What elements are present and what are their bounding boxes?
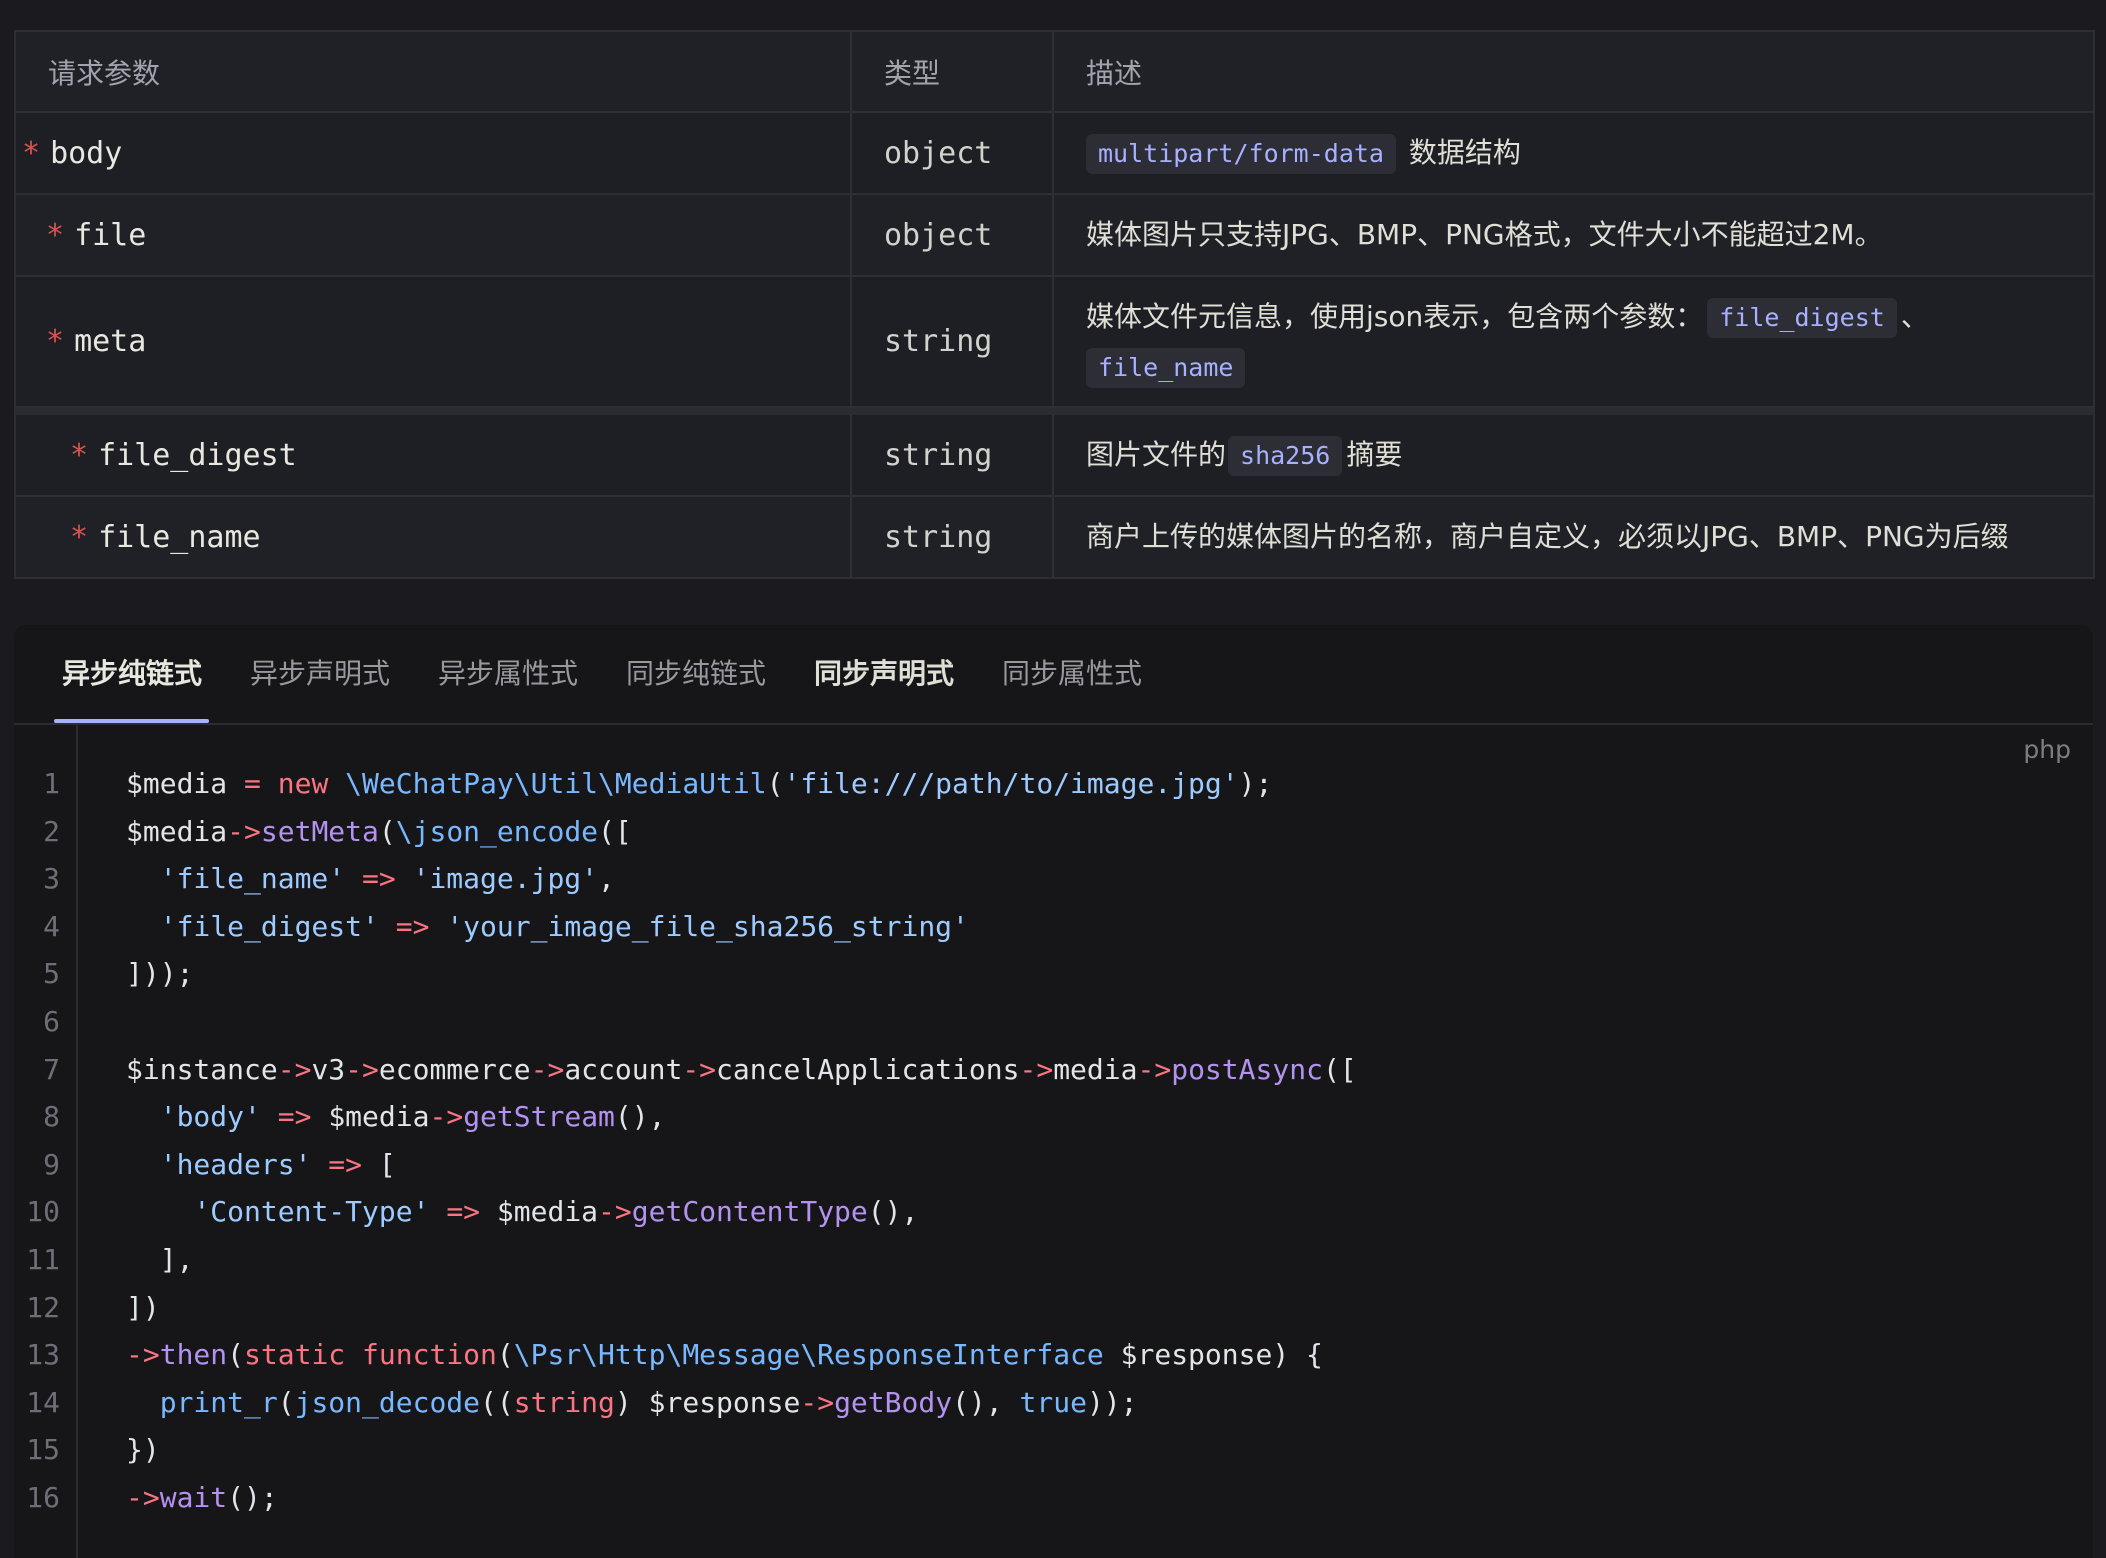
table-row: * file_digest string 图片文件的 sha256 摘要 xyxy=(14,413,2095,497)
code-text: ->wait(); xyxy=(126,1480,278,1514)
param-name: file_name xyxy=(98,519,261,555)
inline-code: sha256 xyxy=(1228,436,1343,476)
code-tabs: 异步纯链式 异步声明式 异步属性式 同步纯链式 同步声明式 同步属性式 xyxy=(14,625,2093,725)
inline-code: file_digest xyxy=(1707,297,1897,338)
line-number: 11 xyxy=(26,1242,60,1276)
param-desc: 商户上传的媒体图片的名称，商户自定义，必须以JPG、BMP、PNG为后缀 xyxy=(1052,495,2095,579)
code-line: 10 'Content-Type' => $media->getContentT… xyxy=(14,1188,2093,1236)
line-number: 4 xyxy=(43,909,60,943)
table-row: * meta string 媒体文件元信息，使用json表示，包含两个参数： fil… xyxy=(14,275,2095,408)
line-number: 12 xyxy=(26,1290,60,1324)
code-line: 4 'file_digest' => 'your_image_file_sha2… xyxy=(14,903,2093,951)
line-number: 14 xyxy=(26,1385,60,1419)
table-header-row: 请求参数 类型 描述 xyxy=(14,30,2095,113)
required-mark: * xyxy=(70,437,89,473)
line-number: 15 xyxy=(26,1433,60,1467)
code-line: 8 'body' => $media->getStream(), xyxy=(14,1093,2093,1141)
line-number: 2 xyxy=(43,814,60,848)
param-name: file xyxy=(74,217,147,253)
required-mark: * xyxy=(46,217,65,253)
line-number: 9 xyxy=(43,1147,60,1181)
line-number: 8 xyxy=(43,1100,60,1134)
code-text: 'headers' => [ xyxy=(159,1147,396,1181)
code-line: 6 xyxy=(14,998,2093,1046)
required-mark: * xyxy=(46,324,65,359)
tab-sync-property[interactable]: 同步属性式 xyxy=(1002,625,1142,723)
code-line: 5])); xyxy=(14,950,2093,998)
code-line: 14 print_r(json_decode((string) $respons… xyxy=(14,1379,2093,1427)
param-desc: 媒体图片只支持JPG、BMP、PNG格式，文件大小不能超过2M。 xyxy=(1052,193,2095,277)
header-desc: 描述 xyxy=(1052,30,2095,113)
param-desc: 媒体文件元信息，使用json表示，包含两个参数： file_digest、 fil… xyxy=(1052,275,2095,408)
code-text: 'file_name' => 'image.jpg', xyxy=(159,862,615,896)
param-type: object xyxy=(850,193,1054,277)
header-type: 类型 xyxy=(850,30,1054,113)
param-desc: 图片文件的 sha256 摘要 xyxy=(1052,413,2095,497)
code-text: ->then(static function(\Psr\Http\Message… xyxy=(126,1338,1323,1372)
tab-async-chain[interactable]: 异步纯链式 xyxy=(62,625,202,723)
code-line: 1 $media = new \WeChatPay\Util\MediaUtil(… xyxy=(14,760,2093,808)
code-line: 15}) xyxy=(14,1426,2093,1474)
code-lines: 1 $media = new \WeChatPay\Util\MediaUtil(… xyxy=(14,760,2093,1522)
code-text: ], xyxy=(126,1242,194,1276)
inline-code: file_name xyxy=(1086,347,1246,388)
line-number: 3 xyxy=(43,862,60,896)
code-line: 12]) xyxy=(14,1284,2093,1332)
inline-code: multipart/form-data xyxy=(1086,134,1396,174)
code-text: 'body' => $media->getStream(), xyxy=(159,1100,666,1134)
line-number: 10 xyxy=(26,1195,60,1229)
code-line: 9 'headers' => [ xyxy=(14,1141,2093,1189)
line-number: 7 xyxy=(43,1052,60,1086)
row-divider xyxy=(14,406,2095,415)
header-param: 请求参数 xyxy=(14,30,852,113)
code-text: 'file_digest' => 'your_image_file_sha256… xyxy=(159,909,969,943)
required-mark: * xyxy=(22,135,41,171)
api-doc-page: 请求参数 类型 描述 * body object multipart/form-d… xyxy=(0,0,2106,1558)
line-number: 16 xyxy=(26,1480,60,1514)
active-tab-indicator xyxy=(54,719,209,723)
table-row: * body object multipart/form-data 数据结构 xyxy=(14,111,2095,195)
param-name: meta xyxy=(74,324,147,359)
code-line: 7 $instance->v3->ecommerce->account->canc… xyxy=(14,1046,2093,1094)
table-row: * file_name string 商户上传的媒体图片的名称，商户自定义，必须以… xyxy=(14,495,2095,579)
code-text: print_r(json_decode((string) $response->… xyxy=(159,1385,1138,1419)
param-desc: multipart/form-data 数据结构 xyxy=(1052,111,2095,195)
code-line: 2 $media->setMeta(\json_encode([ xyxy=(14,808,2093,856)
request-params-table: 请求参数 类型 描述 * body object multipart/form-d… xyxy=(14,30,2095,579)
required-mark: * xyxy=(70,519,89,555)
code-text: 'Content-Type' => $media->getContentType… xyxy=(193,1195,919,1229)
param-type: string xyxy=(850,495,1054,579)
code-text: }) xyxy=(126,1433,160,1467)
table-row: * file object 媒体图片只支持JPG、BMP、PNG格式，文件大小不能… xyxy=(14,193,2095,277)
tab-async-declarative[interactable]: 异步声明式 xyxy=(250,625,390,723)
code-line: 3 'file_name' => 'image.jpg', xyxy=(14,855,2093,903)
code-line: 11 ], xyxy=(14,1236,2093,1284)
code-line: 16 ->wait(); xyxy=(14,1474,2093,1522)
tab-async-property[interactable]: 异步属性式 xyxy=(438,625,578,723)
code-text: $media->setMeta(\json_encode([ xyxy=(126,814,632,848)
code-block[interactable]: php 1 $media = new \WeChatPay\Util\MediaU… xyxy=(14,725,2093,1558)
line-number: 13 xyxy=(26,1338,60,1372)
code-text: ]) xyxy=(126,1290,160,1324)
line-number: 5 xyxy=(43,957,60,991)
code-text: $media = new \WeChatPay\Util\MediaUtil('… xyxy=(126,767,1273,800)
line-number: 1 xyxy=(43,767,60,800)
code-text: ])); xyxy=(126,957,194,991)
param-name: file_digest xyxy=(98,437,297,473)
code-text: $instance->v3->ecommerce->account->cance… xyxy=(126,1052,1357,1086)
param-type: string xyxy=(850,413,1054,497)
param-type: string xyxy=(850,275,1054,408)
code-line: 13 ->then(static function(\Psr\Http\Messa… xyxy=(14,1331,2093,1379)
param-type: object xyxy=(850,111,1054,195)
line-number: 6 xyxy=(43,1004,60,1038)
tab-sync-declarative[interactable]: 同步声明式 xyxy=(814,625,954,723)
param-name: body xyxy=(50,135,123,171)
tab-sync-chain[interactable]: 同步纯链式 xyxy=(626,625,766,723)
